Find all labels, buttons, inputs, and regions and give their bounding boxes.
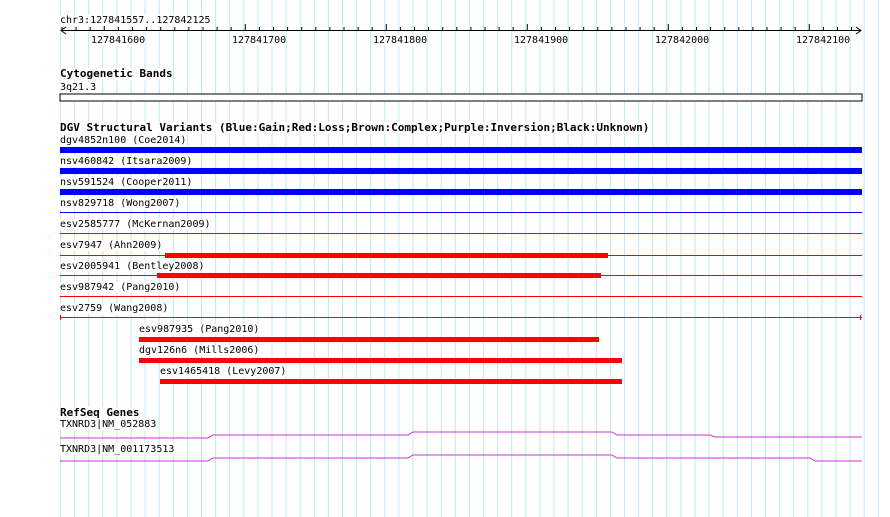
genome-browser-panel: chr3:127841557..127842125 127841600 1278… xyxy=(0,0,890,517)
refseq-transcript-line xyxy=(60,454,862,462)
refseq-transcript-line xyxy=(60,431,862,439)
refseq-track[interactable] xyxy=(0,0,890,517)
